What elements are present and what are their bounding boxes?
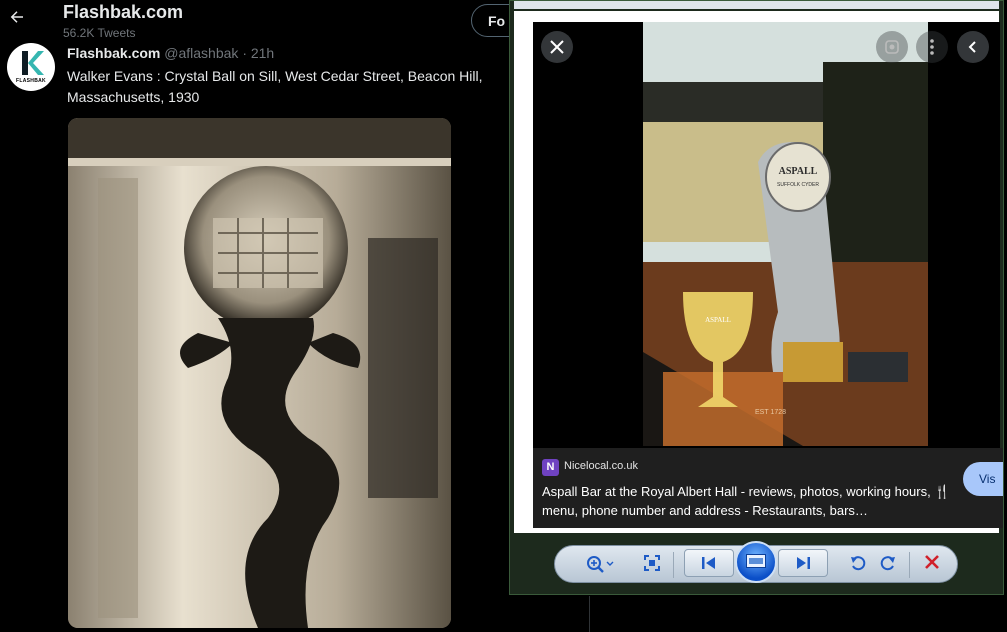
timeline-divider (589, 596, 590, 632)
rotate-cw-icon[interactable] (877, 554, 899, 576)
crystal-ball-photo (68, 118, 451, 628)
toolbar-separator (909, 552, 910, 578)
tweet-photo[interactable] (68, 118, 451, 628)
arrow-left-icon[interactable] (6, 8, 28, 30)
slideshow-icon (746, 554, 766, 568)
image-preview[interactable]: ASPALL SUFFOLK CYDER ASPALL EST 1728 (533, 22, 1000, 448)
next-icon (797, 557, 810, 569)
viewer-top-strip (514, 1, 999, 9)
result-title[interactable]: Aspall Bar at the Royal Albert Hall - re… (542, 482, 962, 520)
visit-button[interactable]: Vis (963, 462, 1003, 496)
fit-window-icon[interactable] (641, 554, 663, 576)
mat-year-text: EST 1728 (755, 409, 786, 416)
profile-header: Flashbak.com 56.2K Tweets Fo (0, 0, 590, 44)
tweet-text: Walker Evans : Crystal Ball on Sill, Wes… (67, 68, 483, 105)
avatar-label: FLASHBAK (16, 78, 46, 84)
tweet-header: Flashbak.com @aflashbak · 21h (67, 45, 274, 61)
close-icon[interactable] (541, 31, 573, 63)
result-card[interactable]: N Nicelocal.co.uk Aspall Bar at the Roya… (533, 448, 1003, 528)
tweet-time[interactable]: · 21h (242, 45, 274, 61)
tweet-count: 56.2K Tweets (63, 26, 136, 40)
delete-icon[interactable] (921, 554, 943, 576)
glass-brand-text: ASPALL (705, 316, 731, 324)
toolbar-separator (673, 552, 674, 578)
zoom-icon[interactable] (583, 554, 617, 576)
account-name: Flashbak.com (63, 2, 184, 22)
tweet-author-handle[interactable]: @aflashbak (164, 45, 238, 61)
source-logo-icon: N (542, 459, 559, 476)
lens-icon[interactable] (876, 31, 908, 63)
tweet-author-name[interactable]: Flashbak.com (67, 45, 160, 61)
aspall-bar-photo: ASPALL SUFFOLK CYDER ASPALL EST 1728 (533, 22, 1000, 446)
source-name[interactable]: Nicelocal.co.uk (564, 460, 638, 472)
rotate-ccw-icon[interactable] (847, 554, 869, 576)
previous-button[interactable] (684, 549, 734, 577)
previous-icon (702, 557, 715, 569)
next-button[interactable] (778, 549, 828, 577)
tap-sub-text: SUFFOLK CYDER (777, 182, 819, 188)
chevron-left-icon[interactable] (957, 31, 989, 63)
slideshow-button[interactable] (735, 541, 777, 583)
more-vert-icon[interactable] (916, 31, 948, 63)
tap-brand-text: ASPALL (779, 166, 818, 177)
avatar[interactable]: FLASHBAK (7, 43, 55, 91)
